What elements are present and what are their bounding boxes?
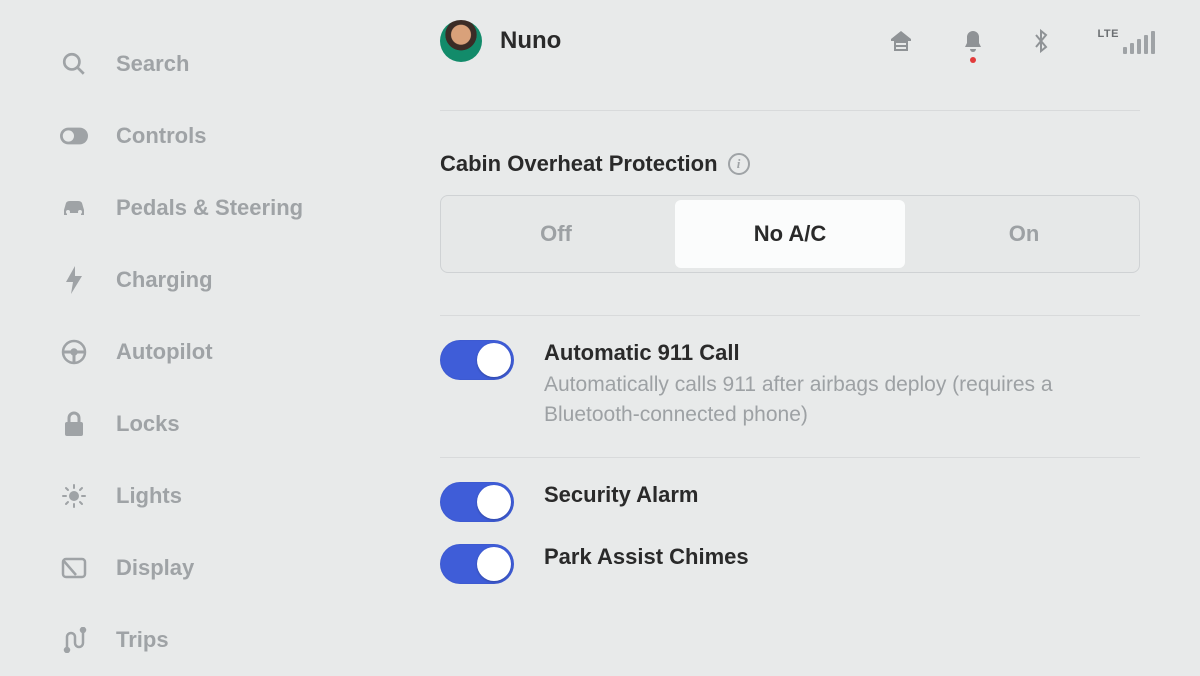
security-alarm-toggle[interactable] — [440, 482, 514, 522]
overheat-option-on[interactable]: On — [909, 196, 1139, 272]
sidebar: Search Controls Pedals & Steering Chargi… — [60, 28, 360, 676]
overheat-title: Cabin Overheat Protection — [440, 151, 718, 177]
display-icon — [60, 554, 88, 582]
auto-911-toggle[interactable] — [440, 340, 514, 380]
bolt-icon — [60, 266, 88, 294]
sidebar-item-search[interactable]: Search — [60, 28, 360, 100]
overheat-option-off[interactable]: Off — [441, 196, 671, 272]
sidebar-item-display[interactable]: Display — [60, 532, 360, 604]
sidebar-item-label: Search — [116, 51, 189, 77]
user-name: Nuno — [500, 27, 561, 55]
main-content: Cabin Overheat Protection i Off No A/C O… — [440, 110, 1140, 596]
sidebar-item-label: Lights — [116, 483, 182, 509]
sidebar-item-trips[interactable]: Trips — [60, 604, 360, 676]
sidebar-item-label: Pedals & Steering — [116, 195, 303, 221]
homelink-icon[interactable] — [888, 29, 914, 53]
setting-park-assist: Park Assist Chimes — [440, 528, 1140, 596]
sidebar-item-charging[interactable]: Charging — [60, 244, 360, 316]
park-assist-title: Park Assist Chimes — [544, 544, 1140, 570]
sidebar-item-label: Autopilot — [116, 339, 213, 365]
avatar[interactable] — [440, 20, 482, 62]
info-icon[interactable]: i — [728, 153, 750, 175]
sidebar-item-label: Display — [116, 555, 194, 581]
lock-icon — [60, 410, 88, 438]
cellular-signal-icon[interactable]: LTE — [1098, 28, 1155, 54]
car-icon — [60, 194, 88, 222]
overheat-option-noac[interactable]: No A/C — [675, 200, 905, 268]
notification-dot-icon — [970, 57, 976, 63]
setting-security-alarm: Security Alarm — [440, 458, 1140, 528]
security-alarm-title: Security Alarm — [544, 482, 1140, 508]
header: Nuno LTE — [440, 20, 1155, 62]
sidebar-item-controls[interactable]: Controls — [60, 100, 360, 172]
sun-icon — [60, 482, 88, 510]
bluetooth-icon[interactable] — [1032, 27, 1050, 55]
notifications-icon[interactable] — [962, 29, 984, 53]
sidebar-item-label: Controls — [116, 123, 206, 149]
sidebar-item-pedals-steering[interactable]: Pedals & Steering — [60, 172, 360, 244]
sidebar-item-label: Locks — [116, 411, 180, 437]
header-status-icons: LTE — [888, 27, 1155, 55]
auto-911-title: Automatic 911 Call — [544, 340, 1140, 366]
signal-bars-icon — [1123, 31, 1155, 54]
sidebar-item-label: Charging — [116, 267, 213, 293]
route-icon — [60, 626, 88, 654]
sidebar-item-label: Trips — [116, 627, 169, 653]
sidebar-item-autopilot[interactable]: Autopilot — [60, 316, 360, 388]
setting-auto-911: Automatic 911 Call Automatically calls 9… — [440, 316, 1140, 443]
toggle-icon — [60, 122, 88, 150]
network-label: LTE — [1098, 28, 1119, 40]
sidebar-item-lights[interactable]: Lights — [60, 460, 360, 532]
divider — [440, 110, 1140, 111]
steering-wheel-icon — [60, 338, 88, 366]
auto-911-description: Automatically calls 911 after airbags de… — [544, 370, 1140, 431]
overheat-title-row: Cabin Overheat Protection i — [440, 151, 1140, 177]
sidebar-item-locks[interactable]: Locks — [60, 388, 360, 460]
search-icon — [60, 50, 88, 78]
park-assist-toggle[interactable] — [440, 544, 514, 584]
overheat-segmented-control: Off No A/C On — [440, 195, 1140, 273]
